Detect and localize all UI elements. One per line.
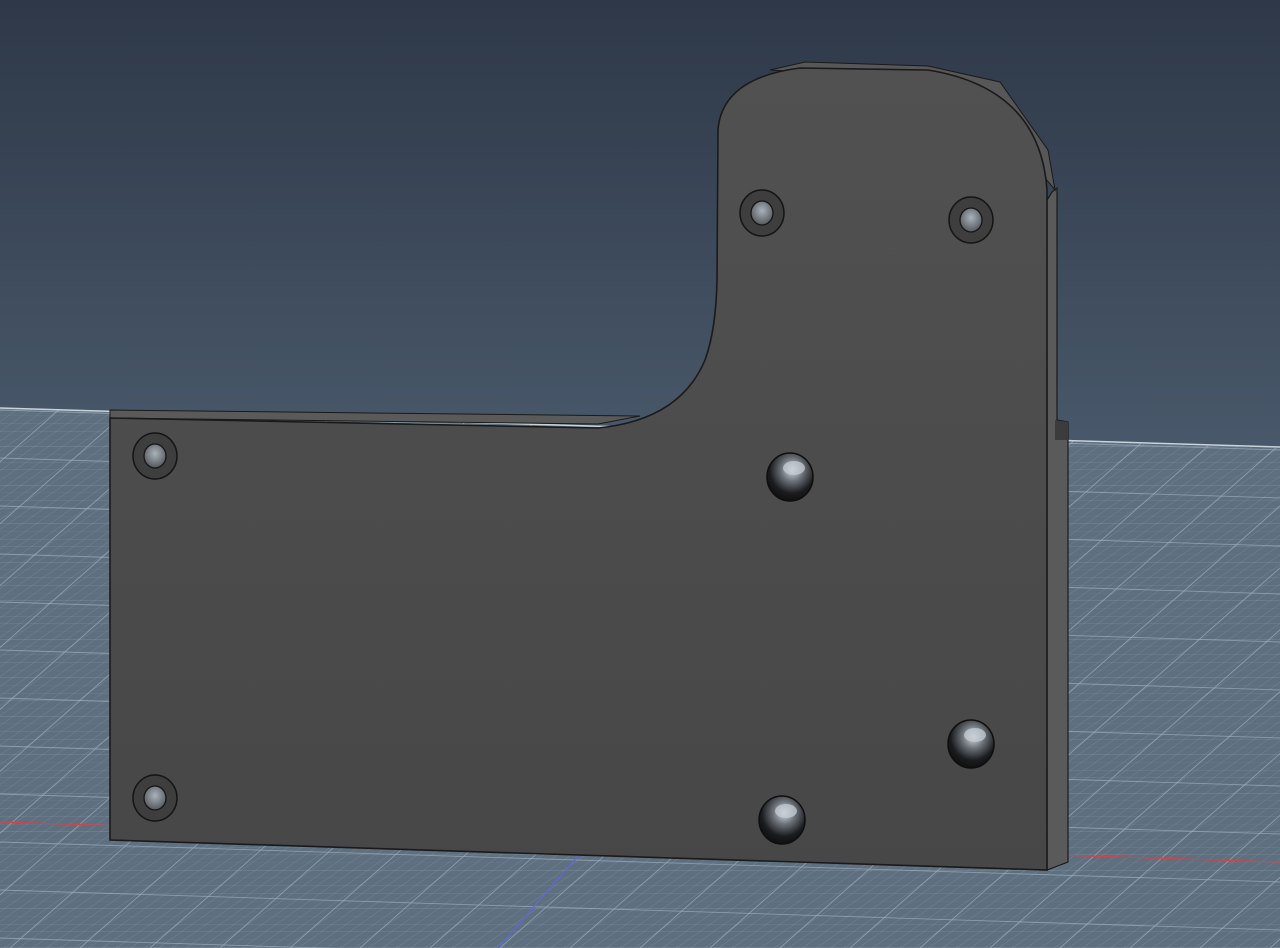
3d-viewport[interactable] — [0, 0, 1280, 948]
counterbored-hole — [948, 196, 994, 244]
countersunk-hole — [766, 452, 814, 502]
counterbored-hole — [132, 774, 178, 822]
countersunk-hole — [947, 719, 995, 769]
countersunk-hole — [758, 795, 806, 845]
viewport-canvas[interactable] — [0, 0, 1280, 948]
counterbored-hole — [132, 432, 178, 480]
counterbored-hole — [739, 189, 785, 237]
plate-side-step — [1055, 420, 1068, 440]
